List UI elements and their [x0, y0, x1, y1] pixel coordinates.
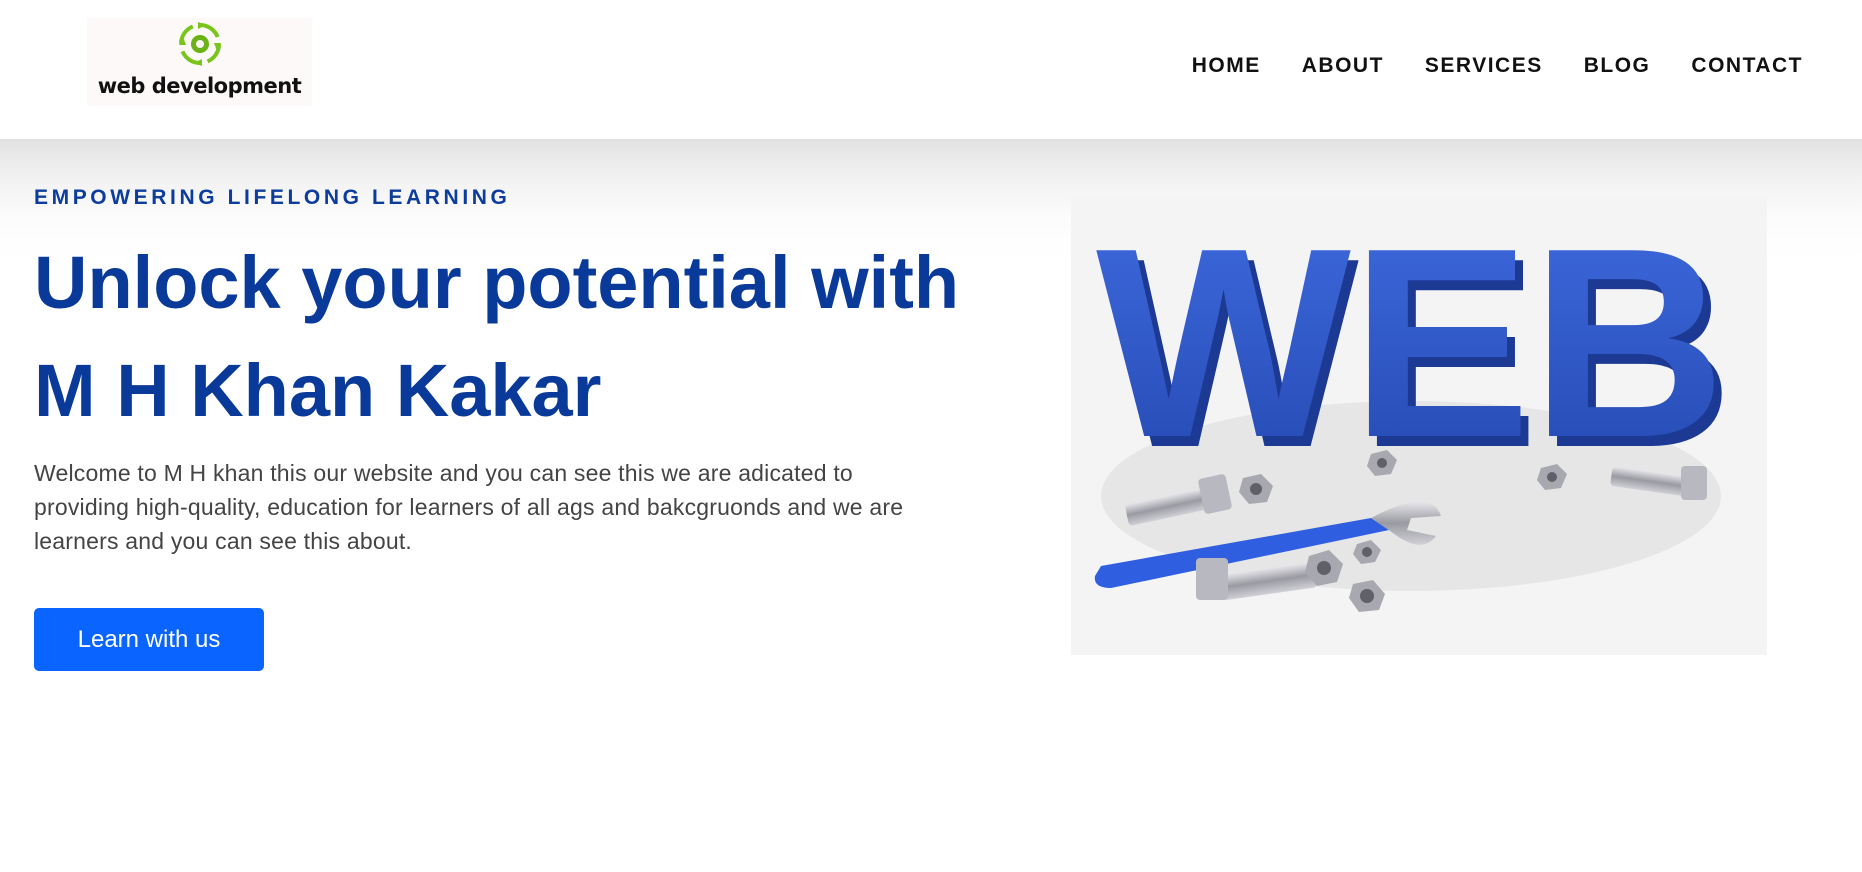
nav-contact[interactable]: CONTACT: [1691, 54, 1803, 78]
nav-services[interactable]: SERVICES: [1425, 54, 1543, 78]
logo-text: web development: [97, 74, 302, 98]
web-letters: WEB: [1096, 196, 1726, 494]
hero-section: EMPOWERING LIFELONG LEARNING Unlock your…: [0, 139, 1862, 872]
hero-eyebrow: EMPOWERING LIFELONG LEARNING: [34, 186, 511, 209]
nav-blog[interactable]: BLOG: [1584, 54, 1651, 78]
site-header: web development HOME ABOUT SERVICES BLOG…: [0, 0, 1862, 139]
web-3d-letters-illustration: WEB WEB: [1094, 196, 1734, 612]
hero-description: Welcome to M H khan this our website and…: [34, 460, 904, 554]
hero-image-web-tools: WEB WEB: [1071, 196, 1767, 655]
hero-headline: Unlock your potential with M H Khan Kaka…: [34, 241, 960, 432]
nav-about[interactable]: ABOUT: [1302, 54, 1384, 78]
learn-with-us-button[interactable]: Learn with us: [34, 608, 264, 671]
gear-recycle-logo-icon: [179, 22, 221, 66]
nav-home[interactable]: HOME: [1192, 54, 1261, 78]
site-logo[interactable]: web development: [87, 18, 312, 106]
main-nav: HOME ABOUT SERVICES BLOG CONTACT: [1192, 54, 1803, 78]
